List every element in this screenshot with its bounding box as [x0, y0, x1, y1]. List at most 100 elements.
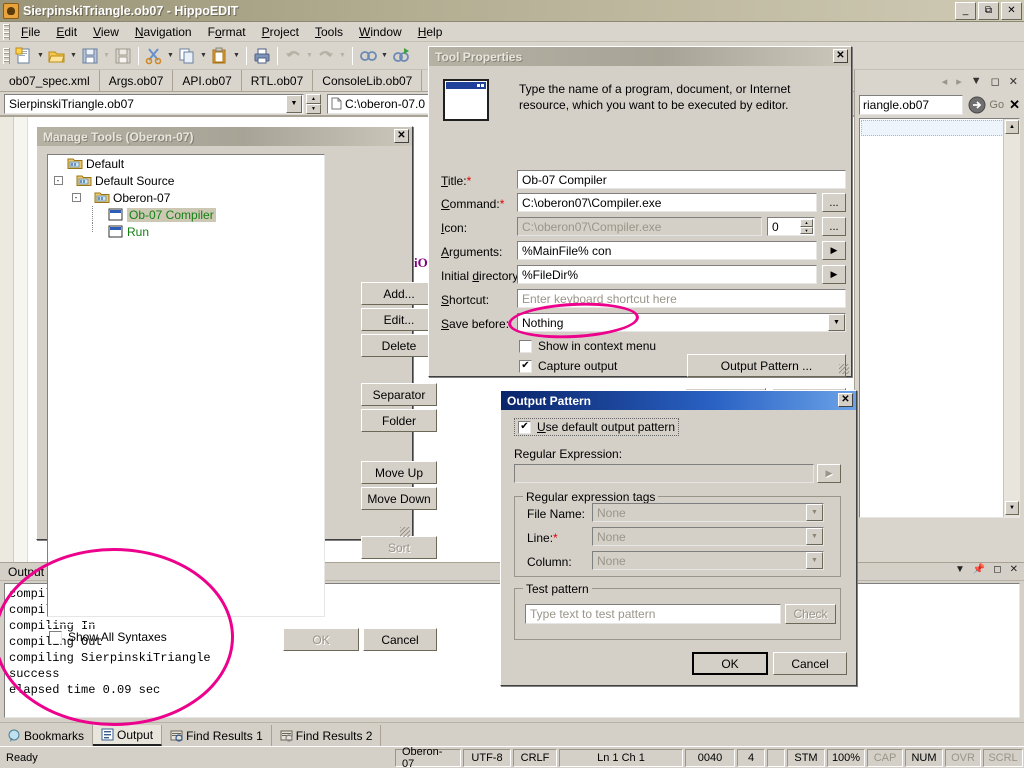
- go-button[interactable]: Go: [968, 96, 1004, 115]
- arguments-input[interactable]: %MainFile% con: [517, 241, 817, 260]
- status-zoom[interactable]: 100%: [827, 749, 865, 767]
- edit-button[interactable]: Edit...: [361, 308, 437, 331]
- menu-project[interactable]: Project: [254, 23, 307, 41]
- resize-grip[interactable]: [400, 527, 410, 537]
- doc-tab-ob07-spec-xml[interactable]: ob07_spec.xml: [0, 70, 100, 91]
- nav-scrollbar[interactable]: ▲ ▼: [1003, 119, 1019, 517]
- paste-dropdown-icon[interactable]: ▼: [231, 45, 242, 67]
- checkbox-box[interactable]: [519, 340, 532, 353]
- chevron-down-icon[interactable]: ▼: [828, 314, 845, 331]
- menu-grip[interactable]: [3, 24, 10, 40]
- menu-tools[interactable]: Tools: [307, 23, 351, 41]
- editor-fold-margin[interactable]: [14, 117, 28, 562]
- save-icon[interactable]: [79, 45, 101, 67]
- chevron-down-icon[interactable]: ▼: [971, 75, 982, 87]
- close-icon[interactable]: ✕: [1009, 75, 1018, 88]
- nav-forward-icon[interactable]: ▸: [956, 75, 962, 88]
- test-pattern-input[interactable]: Type text to test pattern: [525, 604, 781, 624]
- copy-icon[interactable]: [176, 45, 198, 67]
- scroll-down-icon[interactable]: ▼: [1005, 501, 1019, 515]
- open-folder-icon[interactable]: [46, 45, 68, 67]
- menu-navigation[interactable]: Navigation: [127, 23, 200, 41]
- tree-item-default[interactable]: Default: [48, 155, 324, 172]
- command-input[interactable]: C:\oberon07\Compiler.exe: [517, 193, 817, 212]
- tools-tree[interactable]: Default - Default Source - Oberon-07: [47, 154, 325, 617]
- scroll-up-icon[interactable]: ▲: [1005, 120, 1019, 134]
- move-down-button[interactable]: Move Down: [361, 487, 437, 510]
- chevron-down-icon[interactable]: ▼: [286, 95, 302, 113]
- save-before-combo[interactable]: Nothing ▼: [517, 313, 846, 332]
- doc-tab-args-ob07[interactable]: Args.ob07: [100, 70, 174, 91]
- maximize-icon[interactable]: ◻: [991, 75, 1000, 88]
- manage-tools-cancel-button[interactable]: Cancel: [363, 628, 437, 651]
- icon-browse-button[interactable]: ...: [822, 217, 846, 236]
- close-icon[interactable]: ✕: [1010, 564, 1018, 575]
- find-icon[interactable]: [357, 45, 379, 67]
- add-button[interactable]: Add...: [361, 282, 437, 305]
- tree-expander-icon[interactable]: -: [54, 176, 63, 185]
- menu-edit[interactable]: Edit: [48, 23, 85, 41]
- status-line-ending[interactable]: CRLF: [513, 749, 557, 767]
- move-up-button[interactable]: Move Up: [361, 461, 437, 484]
- open-folder-dropdown-icon[interactable]: ▼: [68, 45, 79, 67]
- checkbox-box[interactable]: ✔: [519, 360, 532, 373]
- icon-index-input[interactable]: 0 ▲ ▼: [767, 217, 815, 236]
- find-dropdown-icon[interactable]: ▼: [379, 45, 390, 67]
- icon-path-input[interactable]: C:\oberon07\Compiler.exe: [517, 217, 762, 236]
- checkbox-box[interactable]: [49, 631, 62, 644]
- nav-back-icon[interactable]: ◂: [942, 75, 948, 88]
- use-default-output-pattern-checkbox[interactable]: ✔ UUse default output patternse default …: [514, 418, 679, 436]
- chevron-down-icon[interactable]: ▼: [955, 564, 965, 575]
- tree-item-default-source[interactable]: - Default Source: [48, 172, 324, 189]
- output-pattern-button[interactable]: Output Pattern ...: [687, 354, 846, 377]
- status-stm[interactable]: STM: [787, 749, 825, 767]
- spinner-up-icon[interactable]: ▲: [306, 94, 321, 104]
- capture-output-checkbox[interactable]: ✔ Capture output: [519, 359, 617, 373]
- tree-item-run[interactable]: Run: [48, 223, 324, 240]
- menu-format[interactable]: Format: [200, 23, 254, 41]
- close-icon[interactable]: ✕: [833, 49, 848, 63]
- tab-find-results-1[interactable]: Find Results 1: [162, 725, 272, 746]
- cut-icon[interactable]: [143, 45, 165, 67]
- nav-results-list[interactable]: ▲ ▼: [859, 118, 1020, 518]
- tool-properties-titlebar[interactable]: Tool Properties ✕: [429, 47, 851, 66]
- shortcut-input[interactable]: Enter keyboard shortcut here: [517, 289, 846, 308]
- minimize-button[interactable]: _: [955, 2, 976, 20]
- tab-output[interactable]: Output: [93, 725, 162, 746]
- toolbar-grip[interactable]: [3, 48, 10, 64]
- close-button[interactable]: ✕: [1001, 2, 1022, 20]
- command-browse-button[interactable]: ...: [822, 193, 846, 212]
- new-file-dropdown-icon[interactable]: ▼: [35, 45, 46, 67]
- file-selector-combo[interactable]: SierpinskiTriangle.ob07 ▼: [4, 94, 304, 114]
- title-input[interactable]: Ob-07 Compiler: [517, 170, 846, 189]
- print-icon[interactable]: [251, 45, 273, 67]
- doc-tab-api-ob07[interactable]: API.ob07: [173, 70, 241, 91]
- copy-dropdown-icon[interactable]: ▼: [198, 45, 209, 67]
- nav-selected-row[interactable]: [861, 120, 1018, 136]
- close-icon[interactable]: ✕: [394, 129, 409, 143]
- tab-bookmarks[interactable]: Bookmarks: [0, 725, 93, 746]
- menu-window[interactable]: Window: [351, 23, 410, 41]
- spinner-up-icon[interactable]: ▲: [800, 219, 813, 227]
- doc-tab-rtl-ob07[interactable]: RTL.ob07: [242, 70, 313, 91]
- separator-button[interactable]: Separator: [361, 383, 437, 406]
- find-replace-icon[interactable]: [390, 45, 412, 67]
- menu-file[interactable]: FFileile: [13, 23, 48, 41]
- output-pattern-cancel-button[interactable]: Cancel: [773, 652, 847, 675]
- maximize-icon[interactable]: ◻: [993, 564, 1001, 575]
- output-pattern-titlebar[interactable]: Output Pattern ✕: [501, 391, 856, 410]
- output-pattern-ok-button[interactable]: OK: [692, 652, 768, 675]
- status-syntax[interactable]: Oberon-07: [395, 749, 461, 767]
- resize-grip[interactable]: [839, 364, 849, 374]
- cut-dropdown-icon[interactable]: ▼: [165, 45, 176, 67]
- folder-button[interactable]: Folder: [361, 409, 437, 432]
- delete-button[interactable]: Delete: [361, 334, 437, 357]
- arguments-insert-button[interactable]: ▶: [822, 241, 846, 260]
- nav-close-icon[interactable]: ✕: [1009, 97, 1020, 113]
- initial-directory-input[interactable]: %FileDir%: [517, 265, 817, 284]
- close-icon[interactable]: ✕: [838, 393, 853, 407]
- tree-item-ob-07-compiler[interactable]: Ob-07 Compiler: [48, 206, 324, 223]
- menu-view[interactable]: View: [85, 23, 127, 41]
- window-controls[interactable]: _ ⧉ ✕: [955, 2, 1022, 20]
- show-all-syntaxes-checkbox[interactable]: Show All Syntaxes: [49, 630, 167, 644]
